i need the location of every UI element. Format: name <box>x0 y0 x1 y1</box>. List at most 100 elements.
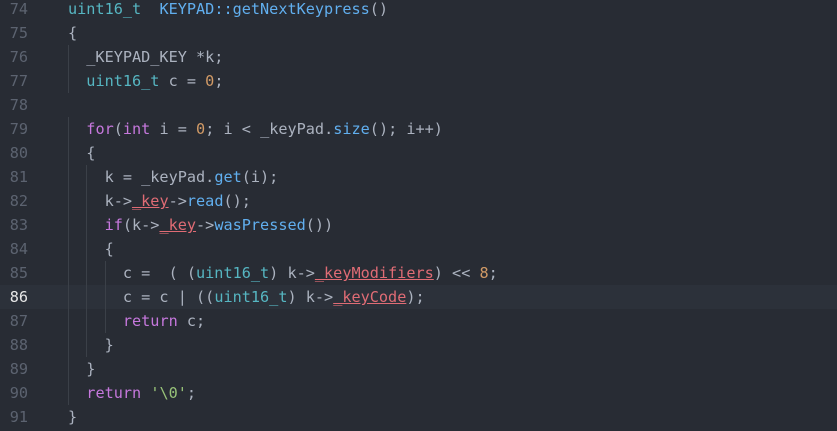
code-token: 0 <box>196 120 206 138</box>
line-number: 83 <box>9 216 28 234</box>
code-line[interactable]: 79 for(int i = 0; i < _keyPad.size(); i+… <box>0 117 837 141</box>
code-token: for <box>86 120 114 138</box>
code-text: { <box>68 21 77 45</box>
code-token: int <box>122 120 151 138</box>
code-text: _KEYPAD_KEY *k; <box>68 45 223 69</box>
code-line[interactable]: 91} <box>0 405 837 429</box>
code-text: c = c | ((uint16_t) k->_keyCode); <box>68 285 425 309</box>
code-token: ) k-> <box>269 264 315 282</box>
code-text: uint16_t KEYPAD::getNextKeypress() <box>68 0 388 21</box>
code-token: -> <box>168 192 187 210</box>
code-token: get <box>214 168 242 186</box>
line-number: 89 <box>9 360 28 378</box>
code-token: () <box>369 0 389 18</box>
code-line[interactable]: 80 { <box>0 141 837 165</box>
code-text: c = ( (uint16_t) k->_keyModifiers) << 8; <box>68 261 498 285</box>
code-line[interactable]: 84 { <box>0 237 837 261</box>
code-token: } <box>68 408 78 426</box>
line-number: 75 <box>9 24 28 42</box>
code-token: { <box>68 24 78 42</box>
code-token: c = c | (( <box>68 288 215 306</box>
line-number: 86 <box>9 288 28 306</box>
code-token: uint16_t <box>214 288 288 306</box>
code-text: } <box>68 333 114 357</box>
code-token: c = <box>159 72 206 90</box>
code-line[interactable]: 78 <box>0 93 837 117</box>
code-token: 8 <box>479 264 489 282</box>
code-token: (); <box>223 192 251 210</box>
code-line[interactable]: 86 c = c | ((uint16_t) k->_keyCode); <box>0 285 837 309</box>
line-number: 74 <box>9 0 28 18</box>
code-text: } <box>68 357 95 381</box>
code-token: } <box>68 336 114 354</box>
code-token: if <box>104 216 123 234</box>
code-text: if(k->_key->wasPressed()) <box>68 213 334 237</box>
code-text: k = _keyPad.get(i); <box>68 165 279 189</box>
code-token: return <box>122 312 178 330</box>
line-number: 84 <box>9 240 28 258</box>
code-token: ; <box>488 264 498 282</box>
code-token: (k-> <box>122 216 160 234</box>
code-token: c; <box>177 312 206 330</box>
code-token: ) << <box>433 264 480 282</box>
code-line[interactable]: 76 _KEYPAD_KEY *k; <box>0 45 837 69</box>
code-token: uint16_t <box>86 72 160 90</box>
code-text: return c; <box>68 309 205 333</box>
code-text: } <box>68 405 77 429</box>
code-token: 0 <box>205 72 215 90</box>
code-token: ) k-> <box>287 288 334 306</box>
line-number: 76 <box>9 48 28 66</box>
code-token: ); <box>406 288 425 306</box>
code-token: _key <box>159 216 197 234</box>
code-token: size <box>333 120 370 138</box>
code-token: { <box>68 144 96 162</box>
code-line[interactable]: 87 return c; <box>0 309 837 333</box>
line-number: 90 <box>9 384 28 402</box>
code-token: i = <box>150 120 197 138</box>
code-token: wasPressed <box>214 216 306 234</box>
line-number: 80 <box>9 144 28 162</box>
code-line[interactable]: 77 uint16_t c = 0; <box>0 69 837 93</box>
line-number: 79 <box>9 120 28 138</box>
code-line[interactable]: 82 k->_key->read(); <box>0 189 837 213</box>
code-line[interactable]: 88 } <box>0 333 837 357</box>
code-line[interactable]: 83 if(k->_key->wasPressed()) <box>0 213 837 237</box>
code-line[interactable]: 85 c = ( (uint16_t) k->_keyModifiers) <<… <box>0 261 837 285</box>
line-number: 85 <box>9 264 28 282</box>
code-token: uint16_t <box>68 0 142 18</box>
code-token: read <box>186 192 224 210</box>
code-token: _key <box>132 192 169 210</box>
code-line[interactable]: 75 { <box>0 21 837 45</box>
code-line[interactable]: 81 k = _keyPad.get(i); <box>0 165 837 189</box>
code-token: ( <box>113 120 123 138</box>
code-line[interactable]: 74 uint16_t KEYPAD::getNextKeypress() <box>0 0 837 21</box>
line-number: 88 <box>9 336 28 354</box>
line-number: 77 <box>9 72 28 90</box>
code-token: ; <box>214 72 224 90</box>
code-token: '\0' <box>150 384 187 402</box>
code-token: uint16_t <box>196 264 270 282</box>
code-token: ; i < _keyPad. <box>205 120 334 138</box>
line-number: 78 <box>9 96 28 114</box>
code-line[interactable]: 90 return '\0'; <box>0 381 837 405</box>
code-token: _keyCode <box>333 288 407 306</box>
code-token: c = ( ( <box>68 264 197 282</box>
code-line[interactable]: 89 } <box>0 357 837 381</box>
code-token: KEYPAD::getNextKeypress <box>159 0 370 18</box>
code-token: k = _keyPad. <box>68 168 215 186</box>
code-token: -> <box>196 216 215 234</box>
code-editor[interactable]: 74 uint16_t KEYPAD::getNextKeypress() 75{7… <box>0 0 837 431</box>
code-token: ; <box>186 384 197 402</box>
code-text: { <box>68 237 114 261</box>
code-token: _KEYPAD_KEY *k; <box>68 48 224 66</box>
code-token: ()) <box>305 216 334 234</box>
code-text: k->_key->read(); <box>68 189 251 213</box>
code-token: { <box>68 240 114 258</box>
code-token: return <box>86 384 142 402</box>
